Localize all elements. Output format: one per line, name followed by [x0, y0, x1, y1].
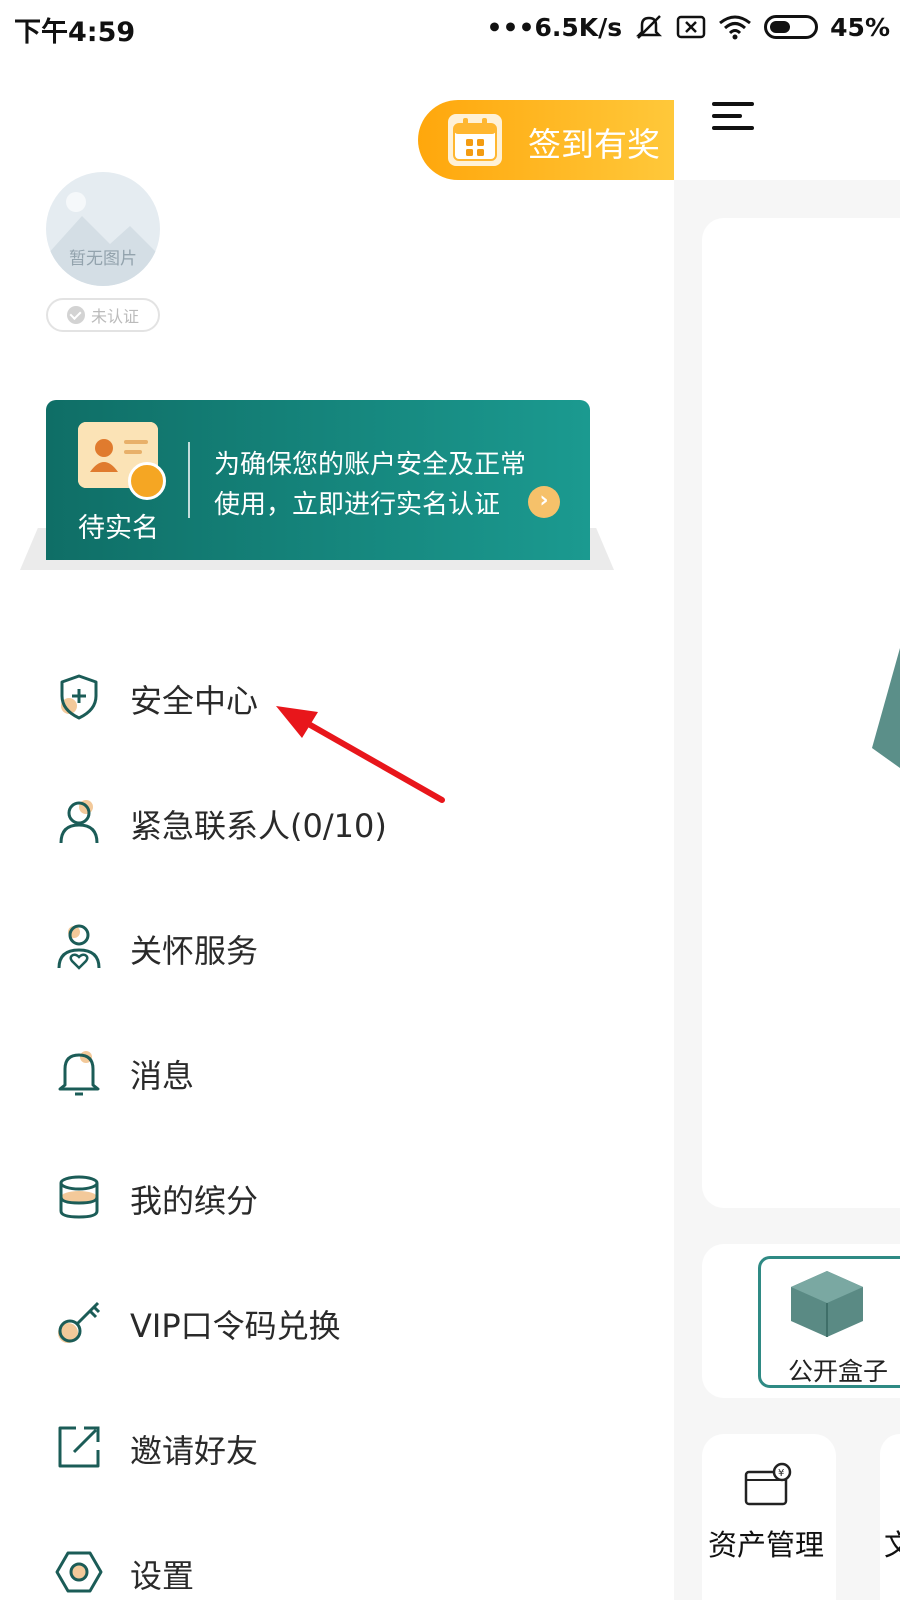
verify-status-text: 未认证 — [90, 307, 139, 326]
main-page-header — [674, 56, 900, 180]
menu-item-label: 安全中心 — [130, 682, 259, 720]
status-time: 下午4:59 — [14, 17, 136, 48]
sign-in-reward-button[interactable]: 签到有奖 — [418, 100, 674, 180]
banner-message-line2: 使用，立即进行实名认证 — [214, 490, 501, 520]
wallet-icon: ¥ — [744, 1462, 792, 1506]
real-name-banner[interactable]: 待实名 为确保您的账户安全及正常 使用，立即进行实名认证 › — [46, 400, 590, 560]
public-box-label: 公开盒子 — [788, 1357, 889, 1386]
banner-message-line1: 为确保您的账户安全及正常 — [214, 450, 527, 480]
battery-icon — [764, 15, 819, 39]
wifi-icon — [719, 15, 752, 40]
main-page-card[interactable] — [702, 218, 900, 1208]
menu-item-settings[interactable]: 设置 — [0, 1525, 674, 1600]
box-icon — [791, 1271, 863, 1337]
mute-bell-icon — [636, 15, 663, 39]
asset-management-label: 资产管理 — [708, 1528, 825, 1562]
menu-item-my-points[interactable]: 我的缤分 — [0, 1150, 674, 1250]
avatar[interactable]: 暂无图片 — [46, 172, 160, 286]
menu-item-label: 消息 — [130, 1057, 195, 1095]
status-bar: 下午4:59 •••6.5K/s 45% — [0, 0, 900, 56]
settings-icon — [55, 1551, 103, 1593]
menu-item-label: VIP口令码兑换 — [130, 1307, 341, 1345]
status-right-group: •••6.5K/s 45% — [487, 10, 890, 44]
menu-item-invite-friends[interactable]: 邀请好友 — [0, 1400, 674, 1500]
care-service-icon — [57, 924, 101, 970]
sign-in-label: 签到有奖 — [528, 125, 660, 164]
next-tile[interactable] — [880, 1434, 900, 1600]
asset-management-tile[interactable]: ¥ — [702, 1434, 836, 1600]
annotation-arrow-icon — [276, 706, 445, 803]
status-dot-icon — [128, 462, 166, 500]
verify-status-badge[interactable]: 未认证 — [46, 298, 160, 332]
battery-percent: 45% — [830, 12, 890, 42]
coins-icon — [59, 1175, 99, 1219]
pending-real-name-label: 待实名 — [78, 513, 159, 544]
avatar-placeholder-text: 暂无图片 — [69, 249, 137, 269]
menu-item-vip-code[interactable]: VIP口令码兑换 — [0, 1275, 674, 1375]
menu-item-label: 设置 — [130, 1557, 195, 1595]
menu-item-care-service[interactable]: 关怀服务 — [0, 900, 674, 1000]
decorative-shape — [872, 648, 900, 768]
next-tile-label: 文 — [884, 1528, 900, 1562]
network-speed: •••6.5K/s — [486, 12, 623, 42]
calendar-icon — [448, 114, 502, 166]
share-icon — [58, 1426, 100, 1468]
menu-item-label: 邀请好友 — [130, 1432, 259, 1470]
shield-icon — [60, 674, 98, 720]
contact-person-icon — [59, 800, 99, 844]
hamburger-menu-icon[interactable] — [712, 100, 756, 134]
calendar-icon-svg — [453, 118, 497, 161]
bell-icon — [58, 1051, 100, 1096]
menu-item-messages[interactable]: 消息 — [0, 1025, 674, 1125]
key-icon — [58, 1301, 101, 1343]
menu-item-label: 关怀服务 — [130, 932, 259, 970]
sim-off-icon — [676, 15, 706, 39]
check-icon — [66, 306, 85, 324]
banner-divider — [188, 442, 190, 518]
chevron-right-icon[interactable]: › — [528, 486, 560, 518]
menu-item-label: 我的缤分 — [130, 1182, 259, 1220]
svg-text:¥: ¥ — [778, 1468, 784, 1479]
